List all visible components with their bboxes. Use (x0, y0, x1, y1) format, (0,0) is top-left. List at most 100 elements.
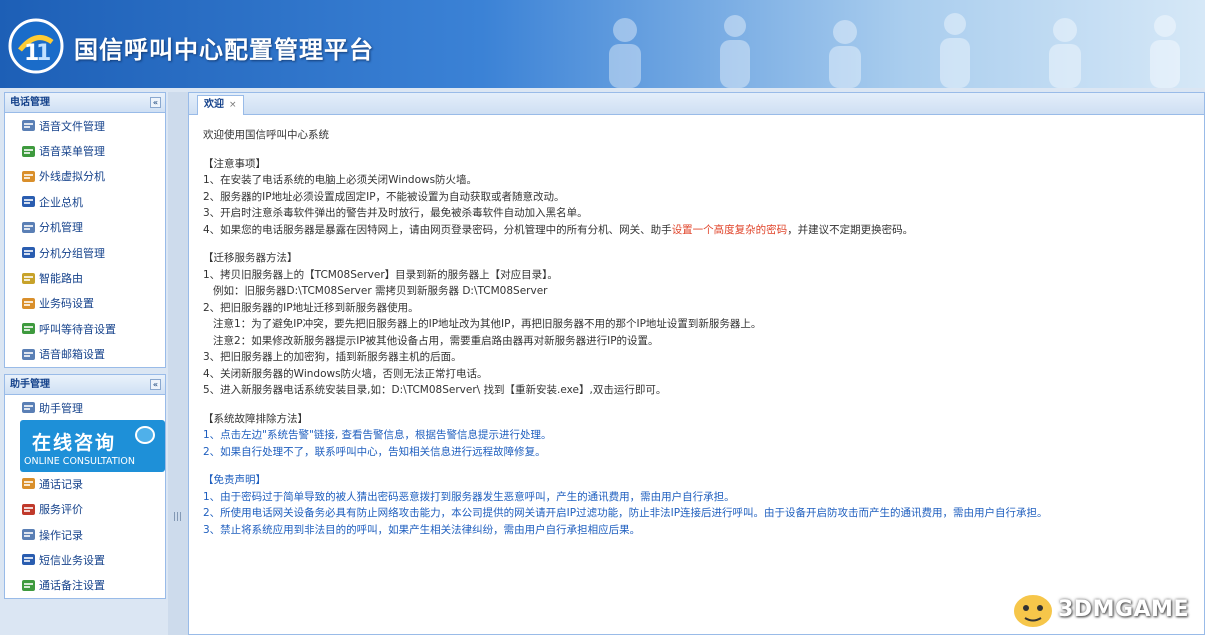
warning-text: 设置一个高度复杂的密码 (671, 223, 788, 236)
welcome-content: 欢迎使用国信呼叫中心系统 【注意事项】 1、在安装了电话系统的电脑上必须关闭Wi… (189, 115, 1204, 550)
notes-list: 1、在安装了电话系统的电脑上必须关闭Windows防火墙。 2、服务器的IP地址必… (203, 172, 1190, 222)
extension-group-icon (22, 247, 35, 259)
sms-icon (22, 554, 35, 566)
panel-title: 电话管理 (10, 97, 50, 108)
disclaimer-item: 1、由于密码过于简单导致的被人猜出密码恶意拨打到服务器发生恶意呼叫，产生的通讯费… (203, 490, 735, 503)
assistant-icon (22, 402, 35, 414)
left-sidebar: 电话管理 « 语音文件管理 语音菜单管理 外线虚拟分机 企业总机分机管理分机分组管理智… (4, 92, 166, 635)
sidebar-item[interactable]: 语音邮箱设置 (5, 342, 165, 367)
consult-label: 在线咨询 (32, 432, 117, 454)
collapse-button[interactable]: « (150, 97, 161, 108)
sidebar-item[interactable]: 通话备注设置 (5, 573, 165, 598)
sidebar-item[interactable]: 助手管理 (5, 395, 165, 420)
sidebar-item-label: 分机分组管理 (39, 246, 105, 260)
sidebar-item-label: 企业总机 (39, 195, 83, 209)
panel-title: 助手管理 (10, 378, 50, 390)
sidebar-item-label: 通话记录 (39, 477, 83, 491)
chat-bubble-icon (135, 426, 155, 444)
sidebar-item[interactable]: 服务评价 (5, 496, 165, 521)
sidebar-item[interactable]: 语音菜单管理 (5, 138, 165, 163)
migrate-item: 注意1：为了避免IP冲突，要先把旧服务器上的IP地址改为其他IP，再把旧服务器不… (203, 318, 762, 330)
sidebar-item-label: 外线虚拟分机 (39, 170, 105, 184)
migrate-list: 1、拷贝旧服务器上的【TCM08Server】目录到新的服务器上【对应目录】。 … (203, 267, 1190, 399)
voicemail-icon (22, 348, 35, 360)
app-title: 国信呼叫中心配置管理平台 (74, 36, 374, 64)
sidebar-item-label: 智能路由 (39, 272, 83, 286)
welcome-text: 欢迎使用国信呼叫中心系统 (203, 129, 329, 141)
fault-item: 1、点击左边"系统告警"链接, 查看告警信息，根据告警信息提示进行处理。 (203, 429, 552, 441)
disclaimer-item: 2、所使用电话网关设备务必具有防止网络攻击能力，本公司提供的网关请开启IP过滤功… (203, 507, 1048, 519)
migrate-item: 1、拷贝旧服务器上的【TCM08Server】目录到新的服务器上【对应目录】。 (203, 268, 558, 281)
sidebar-item[interactable]: 业务码设置 (5, 291, 165, 316)
sidebar-item[interactable]: 短信业务设置 (5, 547, 165, 572)
sidebar-item-label: 服务评价 (39, 503, 83, 517)
fault-item: 2、如果自行处理不了，联系呼叫中心，告知相关信息进行远程故障修复。 (203, 445, 546, 458)
extension-icon (22, 221, 35, 233)
sidebar-item-label: 语音菜单管理 (39, 145, 105, 159)
note-item: 1、在安装了电话系统的电脑上必须关闭Windows防火墙。 (203, 174, 478, 186)
migrate-item: 注意2：如果修改新服务器提示IP被其他设备占用，需要重启路由器再对新服务器进行I… (203, 334, 659, 347)
panel-header[interactable]: 电话管理 « (5, 93, 165, 113)
migrate-item: 例如：旧服务器D:\TCM08Server 需拷贝到新服务器 D:\TCM08S… (203, 285, 548, 297)
migrate-title: 【迁移服务器方法】 (203, 252, 298, 264)
sidebar-item-label: 语音文件管理 (39, 119, 105, 133)
splitter-grip-icon: ||| (173, 512, 183, 522)
watermark: 3DMGAME (1000, 585, 1205, 633)
migrate-item: 5、进入新服务器电话系统安装目录,如：D:\TCM08Server\ 找到【重新… (203, 384, 667, 396)
tab-bar: 欢迎 × (189, 93, 1204, 115)
migrate-item: 3、把旧服务器上的加密狗，插到新服务器主机的后面。 (203, 351, 462, 363)
note-item: 2、服务器的IP地址必须设置成固定IP，不能被设置为自动获取或者随意改动。 (203, 190, 565, 203)
header-banner-image (609, 13, 1180, 88)
nav-list: 语音文件管理 语音菜单管理 外线虚拟分机 企业总机分机管理分机分组管理 智能路由业务码设… (5, 113, 165, 367)
sidebar-splitter[interactable]: ||| (168, 92, 188, 635)
sidebar-item[interactable]: 通话记录 (5, 471, 165, 496)
fault-title: 【系统故障排除方法】 (203, 412, 308, 425)
wait-tone-icon (22, 323, 35, 335)
service-code-icon (22, 297, 35, 309)
sidebar-item[interactable]: 呼叫等待音设置 (5, 316, 165, 341)
sidebar-item-label: 助手管理 (39, 401, 83, 415)
app-header: 1 1 国信呼叫中心配置管理平台 (0, 0, 1205, 88)
sidebar-item-label: 呼叫等待音设置 (39, 322, 116, 336)
disclaimer-title: 【免责声明】 (203, 474, 266, 486)
fault-list: 1、点击左边"系统告警"链接, 查看告警信息，根据告警信息提示进行处理。 2、如果… (203, 427, 1190, 460)
sidebar-item[interactable]: 智能路由 (5, 265, 165, 290)
main-panel: 欢迎 × 欢迎使用国信呼叫中心系统 【注意事项】 1、在安装了电话系统的电脑上必须… (188, 92, 1205, 635)
tab-label: 欢迎 (204, 99, 224, 110)
migrate-item: 2、把旧服务器的IP地址迁移到新服务器使用。 (203, 301, 419, 314)
assistant-management-panel: 助手管理 « 助手管理通讯录导入导出联系人通话记录服务评价操作记录短信业务设置通… (4, 373, 166, 600)
switchboard-icon (22, 196, 35, 208)
disclaimer-list: 1、由于密码过于简单导致的被人猜出密码恶意拨打到服务器发生恶意呼叫，产生的通讯费… (203, 489, 1190, 539)
sidebar-item-label: 分机管理 (39, 221, 83, 235)
tab-welcome[interactable]: 欢迎 × (197, 95, 244, 115)
sidebar-item[interactable]: 分机管理 (5, 215, 165, 240)
watermark-text: 3DMGAME (1058, 597, 1189, 622)
sidebar-item-label: 业务码设置 (39, 297, 94, 311)
sidebar-item[interactable]: 操作记录 (5, 522, 165, 547)
note-item: 4、如果您的电话服务器是暴露在因特网上，请由网页登录密码，分机管理中的所有分机、… (203, 223, 914, 236)
routing-icon (22, 272, 35, 284)
migrate-item: 4、关闭新服务器的Windows防火墙，否则无法正常打电话。 (203, 367, 488, 380)
call-log-icon (22, 478, 35, 490)
notes-title: 【注意事项】 (203, 157, 266, 170)
online-consultation-button[interactable]: 在线咨询 ONLINE CONSULTATION (20, 420, 165, 472)
call-note-icon (22, 579, 35, 591)
operation-log-icon (22, 529, 35, 541)
close-icon[interactable]: × (229, 100, 237, 110)
disclaimer-item: 3、禁止将系统应用到非法目的的呼叫，如果产生相关法律纠纷，需由用户自行承担相应后… (203, 523, 641, 536)
sidebar-item-label: 短信业务设置 (39, 553, 105, 567)
panel-header[interactable]: 助手管理 « (5, 374, 165, 395)
note-item: 3、开启时注意杀毒软件弹出的警告并及时放行，最免被杀毒软件自动加入黑名单。 (203, 207, 588, 219)
phone-management-panel: 电话管理 « 语音文件管理 语音菜单管理 外线虚拟分机 企业总机分机管理分机分组管理智… (4, 92, 166, 368)
voice-file-icon (22, 120, 35, 132)
consult-sublabel: ONLINE CONSULTATION (24, 456, 136, 467)
rating-icon (22, 503, 35, 515)
sidebar-item[interactable]: 外线虚拟分机 (5, 164, 165, 189)
logo-icon: 1 1 (8, 18, 64, 74)
collapse-button[interactable]: « (150, 378, 161, 390)
sidebar-item-label: 语音邮箱设置 (39, 348, 105, 362)
sidebar-item[interactable]: 企业总机 (5, 189, 165, 214)
sidebar-item[interactable]: 分机分组管理 (5, 240, 165, 265)
svg-text:1: 1 (36, 41, 51, 66)
sidebar-item[interactable]: 语音文件管理 (5, 113, 165, 138)
